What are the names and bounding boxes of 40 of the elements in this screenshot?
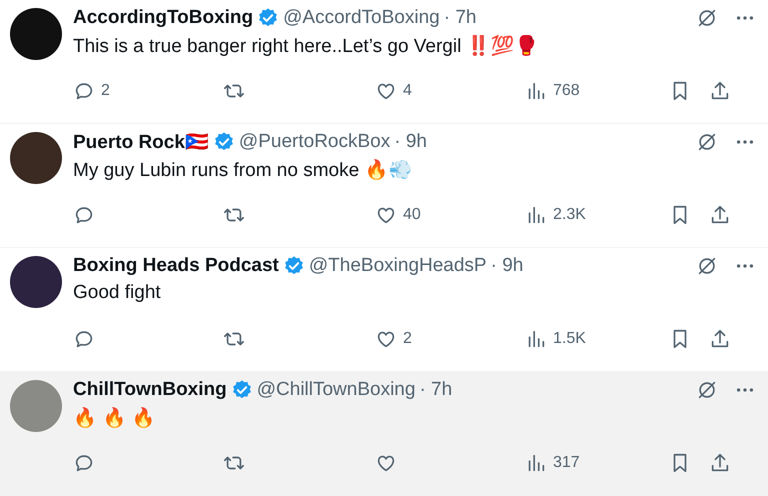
views-button[interactable]: 2.3K (525, 204, 669, 226)
slashed-circle-icon[interactable] (696, 379, 718, 401)
post-time: · 7h (444, 7, 476, 29)
verified-badge-icon (257, 7, 280, 29)
author-handle[interactable]: @PuertoRockBox (238, 131, 390, 153)
views-button[interactable]: 317 (525, 452, 669, 474)
verified-badge-icon (212, 131, 235, 153)
views-button[interactable]: 768 (525, 80, 669, 102)
verified-badge-icon (230, 379, 253, 401)
tweet-card[interactable]: ChillTownBoxing @ChillTownBoxing · 7h 🔥 🔥 🔥 317 (0, 372, 768, 496)
reply-button[interactable]: 2 (73, 80, 223, 102)
views-button[interactable]: 1.5K (525, 328, 669, 350)
avatar-photo[interactable] (10, 132, 62, 184)
like-button[interactable]: 4 (375, 80, 525, 102)
avatar-photo[interactable] (10, 256, 62, 308)
author-handle[interactable]: @TheBoxingHeadsP (308, 255, 487, 277)
author-name[interactable]: ChillTownBoxing (73, 379, 227, 401)
share-icon (709, 452, 731, 474)
author-name[interactable]: Puerto Rock🇵🇷 (73, 130, 209, 154)
tweet-text: 🔥 🔥 🔥 (73, 406, 157, 430)
post-time: · 9h (394, 131, 427, 153)
tweet-text: Good fight (73, 282, 162, 304)
tweet-text: My guy Lubin runs from no smoke 🔥💨 (73, 158, 414, 182)
share-icon (709, 328, 731, 350)
like-button[interactable]: 40 (375, 204, 525, 226)
like-button[interactable]: 2 (375, 328, 525, 350)
share-icon (709, 80, 731, 102)
author-handle[interactable]: @AccordToBoxing (283, 7, 440, 29)
author-name[interactable]: Boxing Heads Podcast (73, 255, 279, 277)
post-time: · 7h (419, 379, 452, 401)
share-icon (709, 204, 731, 226)
slashed-circle-icon[interactable] (696, 255, 718, 277)
verified-badge-icon (282, 255, 305, 277)
avatar-photo[interactable] (10, 8, 62, 60)
slashed-circle-icon[interactable] (696, 7, 718, 29)
author-handle[interactable]: @ChillTownBoxing (256, 379, 416, 401)
author-name[interactable]: AccordingToBoxing (73, 7, 254, 29)
tweet-text: This is a true banger right here..Let’s go Vergil ‼💯🥊 (73, 34, 540, 58)
slashed-circle-icon[interactable] (696, 131, 718, 153)
post-time: · 9h (490, 255, 524, 277)
